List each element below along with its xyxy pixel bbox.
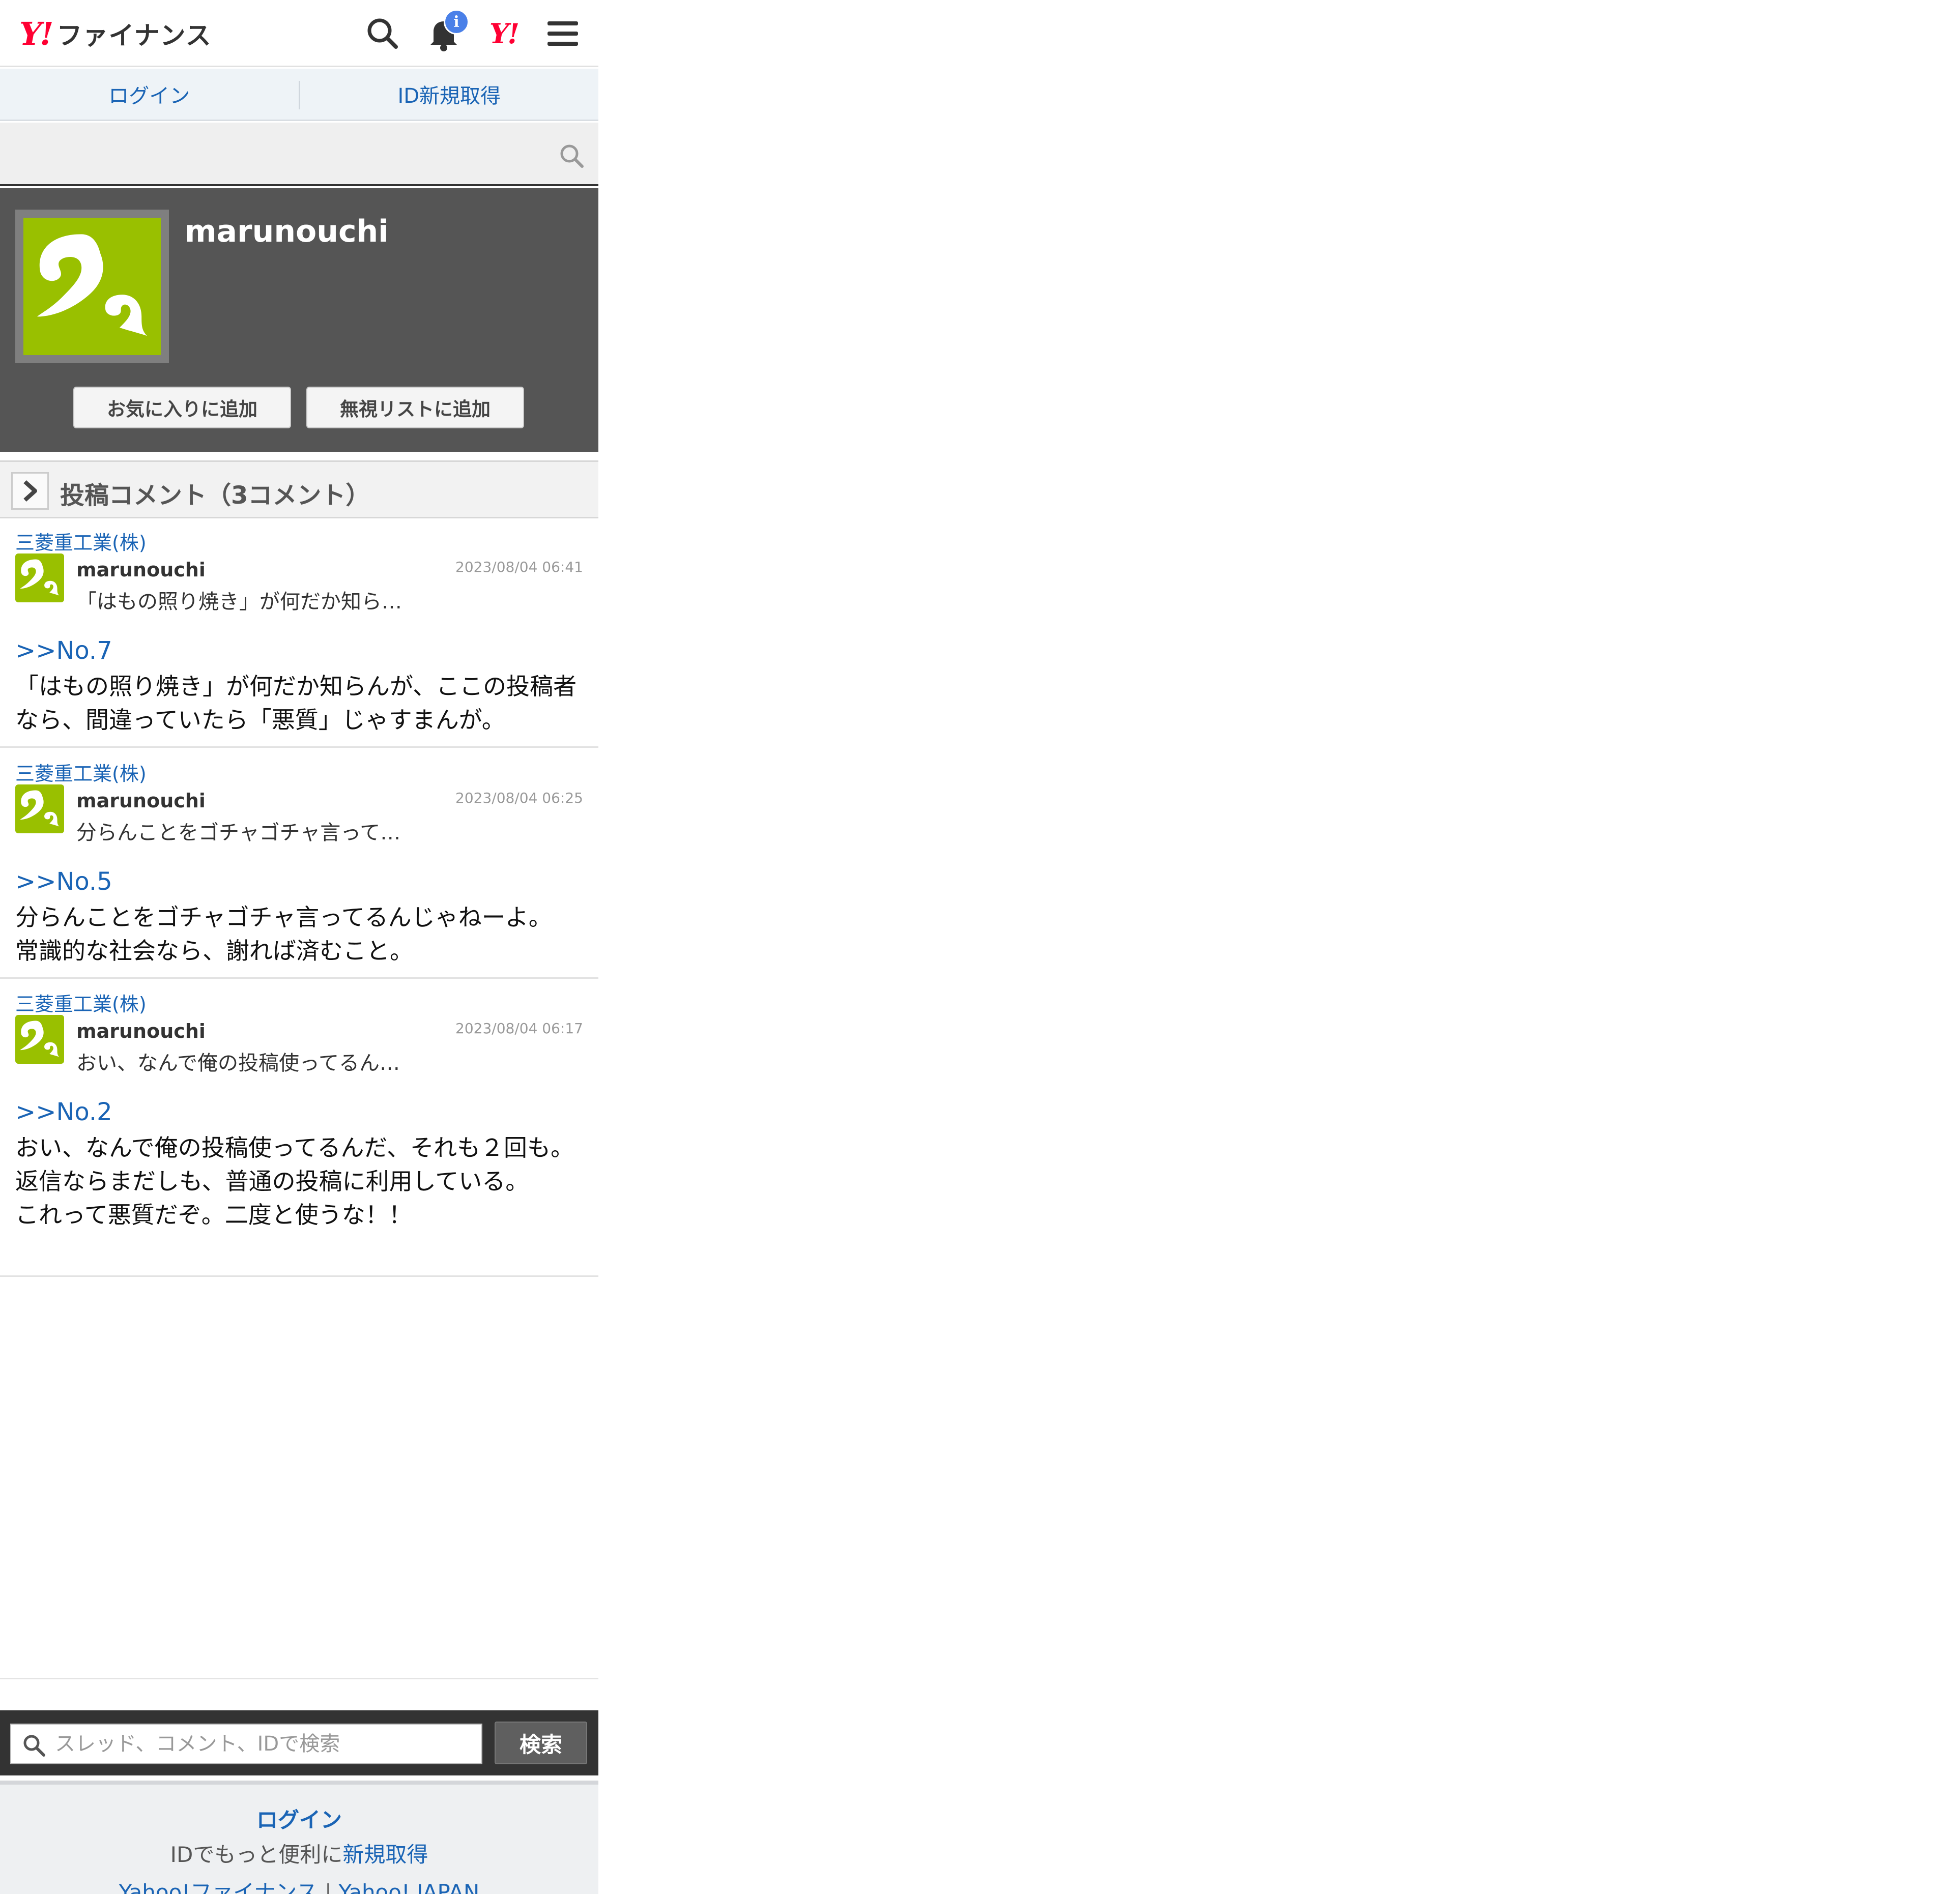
comment-body: 「はもの照り焼き」が何だか知らんが、ここの投稿者なら、間違っていたら「悪質」じゃ…	[15, 673, 577, 734]
search-icon[interactable]	[362, 13, 403, 54]
reply-reference-link[interactable]: >>No.7	[15, 636, 112, 665]
comment-date: 2023/08/04 06:17	[455, 1020, 583, 1037]
user-profile-panel: marunouchi お気に入りに追加 無視リストに追加	[0, 188, 598, 452]
footer: ログイン IDでもっと便利に新規取得 Yahoo!ファイナンス | Yahoo!…	[0, 1781, 598, 1894]
comment-username[interactable]: marunouchi	[76, 790, 206, 812]
footer-link-yahoo-japan[interactable]: Yahoo! JAPAN	[338, 1880, 479, 1894]
bell-icon[interactable]: i	[423, 9, 469, 54]
bottom-search-bar: 検索	[0, 1710, 598, 1775]
posted-comments-header: 投稿コメント（3コメント）	[0, 460, 598, 518]
comment-body: 分らんことをゴチャゴチャ言ってるんじゃねーよ。 常識的な社会なら、謝れば済むこと…	[15, 904, 552, 965]
login-bar: ログイン ID新規取得	[0, 69, 598, 121]
speech-bubbles-icon	[20, 790, 60, 827]
search-input[interactable]	[55, 1725, 472, 1763]
footer-register-text: IDでもっと便利に	[170, 1842, 343, 1867]
company-link[interactable]: 三菱重工業(株)	[15, 527, 147, 555]
profile-username: marunouchi	[185, 214, 389, 249]
comment-snippet[interactable]: 「はもの照り焼き」が何だか知ら…	[76, 585, 402, 615]
comment-item: 三菱重工業(株) marunouchi 2023/08/04 06:17 おい、…	[0, 983, 598, 1277]
yahoo-logo-mark: Y!	[19, 15, 54, 52]
footer-register-link[interactable]: 新規取得	[342, 1842, 428, 1867]
search-icon[interactable]	[557, 141, 587, 171]
footer-register-line: IDでもっと便利に新規取得	[0, 1838, 598, 1869]
add-ignore-list-button[interactable]: 無視リストに追加	[306, 387, 524, 428]
divider	[0, 1678, 598, 1679]
search-box	[10, 1724, 482, 1764]
speech-bubbles-icon	[20, 559, 60, 596]
company-link[interactable]: 三菱重工業(株)	[15, 988, 147, 1016]
comment-snippet[interactable]: おい、なんで俺の投稿使ってるん…	[76, 1046, 400, 1076]
avatar[interactable]	[15, 553, 64, 602]
speech-bubbles-icon	[37, 234, 147, 336]
comment-date: 2023/08/04 06:41	[455, 559, 583, 575]
comment-item: 三菱重工業(株) marunouchi 2023/08/04 06:41 「はも…	[0, 522, 598, 748]
speech-bubbles-icon	[20, 1021, 60, 1057]
notification-badge: i	[444, 9, 469, 35]
reply-reference-link[interactable]: >>No.2	[15, 1098, 112, 1126]
reply-reference-link[interactable]: >>No.5	[15, 867, 112, 896]
footer-link-separator: |	[324, 1880, 332, 1894]
yahoo-japan-icon[interactable]: Y!	[483, 13, 524, 54]
search-icon	[20, 1732, 48, 1759]
comment-body: おい、なんで俺の投稿使ってるんだ、それも２回も。 返信ならまだしも、普通の投稿に…	[15, 1134, 574, 1229]
avatar	[15, 210, 169, 363]
register-link[interactable]: ID新規取得	[300, 69, 599, 120]
footer-login-link[interactable]: ログイン	[0, 1803, 598, 1834]
avatar-image	[23, 218, 161, 355]
section-title: 投稿コメント（3コメント）	[60, 481, 370, 510]
yahoo-finance-logo[interactable]: Y! ファイナンス	[19, 14, 211, 53]
add-favorite-button[interactable]: お気に入りに追加	[73, 387, 291, 428]
company-link[interactable]: 三菱重工業(株)	[15, 758, 147, 786]
comment-username[interactable]: marunouchi	[76, 1020, 206, 1042]
comment-date: 2023/08/04 06:25	[455, 790, 583, 806]
chevron-right-icon	[11, 472, 49, 510]
app-root: Y! ファイナンス i Y! ログイン ID新規取得 marunouchi お気…	[0, 0, 598, 1894]
avatar[interactable]	[15, 1015, 64, 1064]
hamburger-menu-icon[interactable]	[542, 13, 583, 54]
search-strip[interactable]	[0, 123, 598, 186]
global-header: Y! ファイナンス i Y!	[0, 0, 598, 67]
comment-snippet[interactable]: 分らんことをゴチャゴチャ言って…	[76, 816, 400, 846]
comment-item: 三菱重工業(株) marunouchi 2023/08/04 06:25 分らん…	[0, 753, 598, 979]
footer-link-finance[interactable]: Yahoo!ファイナンス	[119, 1880, 318, 1894]
search-button[interactable]: 検索	[495, 1722, 587, 1764]
logo-text: ファイナンス	[56, 21, 212, 50]
avatar[interactable]	[15, 784, 64, 833]
comment-username[interactable]: marunouchi	[76, 559, 206, 581]
login-link[interactable]: ログイン	[0, 69, 299, 120]
footer-links: Yahoo!ファイナンス | Yahoo! JAPAN	[0, 1875, 598, 1894]
